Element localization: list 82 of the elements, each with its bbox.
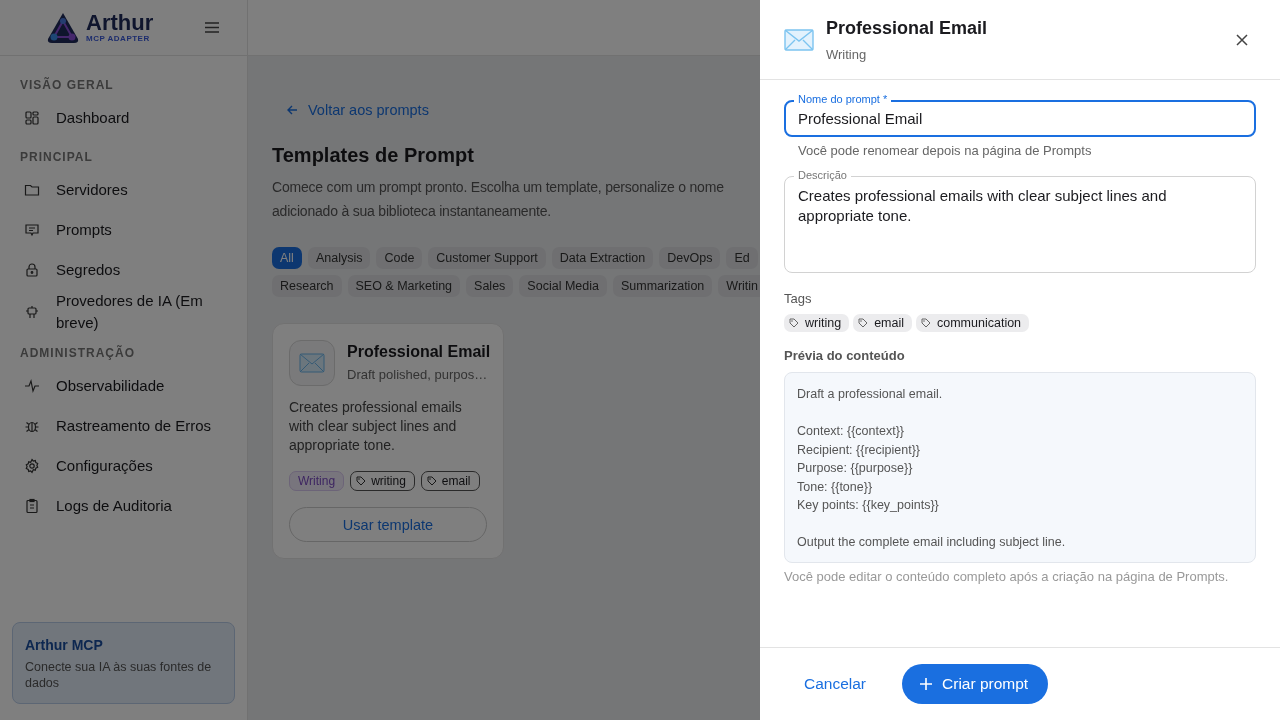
nav-label: Prompts — [56, 220, 113, 240]
category-badge: Writing — [289, 471, 345, 491]
logo-name: Arthur — [86, 12, 154, 34]
page-description: Comece com um prompt pronto. Escolha um template, personalize o nome — [272, 178, 725, 197]
promo-title: Arthur MCP — [25, 637, 104, 653]
pulse-icon — [24, 378, 40, 394]
robot-icon — [24, 304, 40, 320]
tag-icon — [858, 318, 869, 328]
nav-item[interactable]: Dashboard — [12, 98, 235, 138]
category-chip[interactable]: Research — [272, 275, 342, 297]
category-chip[interactable]: Data Extraction — [551, 247, 654, 269]
category-chip[interactable]: Analysis — [307, 247, 371, 269]
card-title: Professional Email — [347, 343, 491, 361]
section-heading: VISÃO GERAL — [19, 76, 115, 94]
category-chip[interactable]: Writin — [718, 275, 760, 297]
cancel-button[interactable]: Cancelar — [784, 667, 887, 701]
promo-text: Conecte sua IA às suas fontes de dados — [25, 659, 213, 691]
nav-label: Rastreamento de Erros — [56, 416, 213, 436]
nav-label: Provedores de IA (Em breve) — [56, 291, 204, 333]
drawer-subtitle: Writing — [826, 46, 868, 62]
nav-item[interactable]: Segredos — [12, 250, 235, 290]
menu-icon[interactable] — [205, 22, 219, 33]
nav-item[interactable]: Observabilidade — [12, 366, 235, 406]
tag-icon — [921, 318, 931, 328]
category-chip[interactable]: All — [272, 247, 302, 269]
nav-label: Observabilidade — [56, 376, 166, 396]
card-subtitle: Draft polished, purpos… — [347, 367, 489, 382]
preview-label: Prévia do conteúdo — [784, 348, 906, 363]
email-icon — [784, 27, 814, 52]
grid-icon — [24, 110, 40, 126]
preview-note: Você pode editar o conteúdo completo após a criação na página de Prompts. — [784, 568, 1230, 584]
tag-icon — [356, 476, 367, 486]
tags-label: Tags — [784, 291, 813, 306]
category-chip[interactable]: Social Media — [519, 275, 607, 297]
tag: email — [853, 314, 912, 332]
page-description: adicionado à sua biblioteca instantaneamente. — [272, 202, 552, 221]
section-heading: PRINCIPAL — [19, 149, 94, 166]
category-chip[interactable]: Customer Support — [428, 247, 546, 269]
nav-item[interactable]: Configurações — [12, 446, 235, 486]
use-template-button[interactable]: Usar template — [289, 507, 487, 542]
create-prompt-button[interactable]: Criar prompt — [902, 664, 1049, 704]
logo-tagline: MCP ADAPTER — [86, 35, 151, 43]
nav-label: Dashboard — [56, 108, 131, 128]
tag: communication — [916, 314, 1030, 332]
category-chip[interactable]: Summarization — [612, 275, 713, 297]
nav-item[interactable]: Logs de Auditoria — [12, 486, 235, 526]
nav-item[interactable]: Servidores — [12, 170, 235, 210]
tag: writing — [350, 471, 415, 491]
category-chip[interactable]: Sales — [466, 275, 514, 297]
card-description: Creates professional emails with clear subject lines and appropriate tone. — [289, 398, 463, 455]
field-label: Nome do prompt * — [794, 92, 892, 106]
lock-icon — [24, 262, 40, 278]
nav-label: Segredos — [56, 260, 122, 280]
category-chip[interactable]: Code — [376, 247, 423, 269]
nav-item[interactable]: Provedores de IA (Em breve) — [12, 290, 235, 334]
nav-label: Servidores — [56, 180, 129, 200]
nav-label: Logs de Auditoria — [56, 496, 173, 516]
plus-icon — [920, 678, 933, 690]
chat-icon — [24, 222, 40, 238]
tag: writing — [784, 314, 850, 332]
clipboard-icon — [24, 498, 40, 514]
section-heading: ADMINISTRAÇÃO — [19, 344, 136, 362]
nav-item[interactable]: Prompts — [12, 210, 235, 250]
nav-item[interactable]: Rastreamento de Erros — [12, 406, 235, 446]
back-link[interactable]: Voltar aos prompts — [272, 102, 429, 118]
folder-icon — [24, 182, 40, 198]
nav-label: Configurações — [56, 456, 154, 476]
close-icon[interactable] — [1236, 33, 1248, 46]
drawer-title: Professional Email — [826, 17, 989, 39]
content-preview: Draft a professional email. Context: {{context}} Recipient: {{recipient}} Purpose: {{purpose}} Tone: {{tone}} Key points: {{key_points}} Output the complete email including subject line. — [784, 372, 1256, 563]
settings-icon — [24, 458, 40, 474]
email-icon — [289, 340, 335, 386]
tag: email — [420, 471, 480, 491]
tag-icon — [426, 476, 437, 486]
category-chip[interactable]: SEO & Marketing — [347, 275, 461, 297]
page-title: Templates de Prompt — [272, 144, 475, 167]
tag-icon — [789, 318, 799, 328]
arrow-left-icon — [286, 104, 298, 116]
category-chip[interactable]: Ed — [726, 247, 758, 269]
category-chip[interactable]: DevOps — [659, 247, 721, 269]
field-label: Descrição — [794, 168, 851, 182]
helper-text: Você pode renomear depois na página de Prompts — [797, 142, 1093, 160]
